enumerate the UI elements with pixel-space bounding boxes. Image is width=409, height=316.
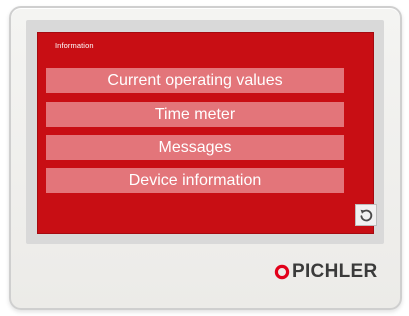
page: Information Current operating values Tim… [0, 0, 409, 316]
menu-item-messages[interactable]: Messages [46, 135, 344, 160]
menu-item-device-information[interactable]: Device information [46, 168, 344, 193]
back-icon [360, 209, 373, 222]
brand-name: PICHLER [292, 261, 378, 282]
screen-title: Information [55, 41, 94, 50]
brand-logo: PICHLER [274, 262, 378, 282]
brand-mark-icon [274, 264, 290, 280]
menu-item-time-meter[interactable]: Time meter [46, 102, 344, 127]
back-button[interactable] [355, 204, 377, 226]
menu-item-current-operating-values[interactable]: Current operating values [46, 68, 344, 93]
display-screen: Information [37, 32, 374, 234]
